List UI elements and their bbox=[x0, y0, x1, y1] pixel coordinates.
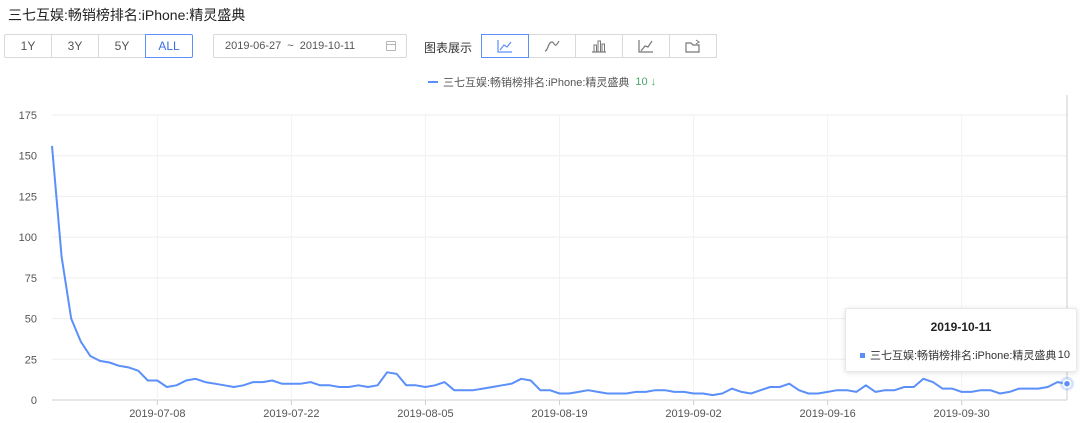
chart-type-line-button[interactable] bbox=[481, 34, 529, 58]
x-tick-label: 2019-09-02 bbox=[665, 408, 721, 420]
y-tick-label: 25 bbox=[25, 354, 37, 366]
active-point bbox=[1062, 379, 1072, 388]
tooltip-date: 2019-10-11 bbox=[930, 320, 992, 334]
tooltip-series-name: 三七互娱:畅销榜排名:iPhone:精灵盛典 bbox=[870, 350, 1057, 362]
x-tick-label: 2019-09-30 bbox=[934, 408, 990, 420]
x-tick-label: 2019-07-08 bbox=[129, 408, 185, 420]
x-tick-label: 2019-07-22 bbox=[263, 408, 319, 420]
y-tick-label: 150 bbox=[19, 151, 37, 163]
chart-tooltip: 2019-10-11 三七互娱:畅销榜排名:iPhone:精灵盛典 10 bbox=[845, 308, 1077, 372]
y-tick-label: 50 bbox=[25, 314, 37, 326]
tooltip-row: 三七互娱:畅销榜排名:iPhone:精灵盛典 10 bbox=[860, 347, 1070, 363]
tooltip-series-marker bbox=[860, 352, 865, 358]
y-tick-label: 125 bbox=[19, 191, 37, 203]
x-tick-label: 2019-08-19 bbox=[531, 408, 587, 420]
y-tick-label: 0 bbox=[31, 395, 37, 407]
x-tick-label: 2019-08-05 bbox=[397, 408, 453, 420]
tooltip-series-value: 10 bbox=[1057, 349, 1070, 361]
y-tick-label: 175 bbox=[19, 110, 37, 122]
y-tick-label: 100 bbox=[19, 232, 37, 244]
range-button-all[interactable]: ALL bbox=[145, 34, 193, 58]
line-chart-icon bbox=[497, 40, 512, 53]
x-tick-label: 2019-09-16 bbox=[799, 408, 855, 420]
y-tick-label: 75 bbox=[25, 273, 37, 285]
